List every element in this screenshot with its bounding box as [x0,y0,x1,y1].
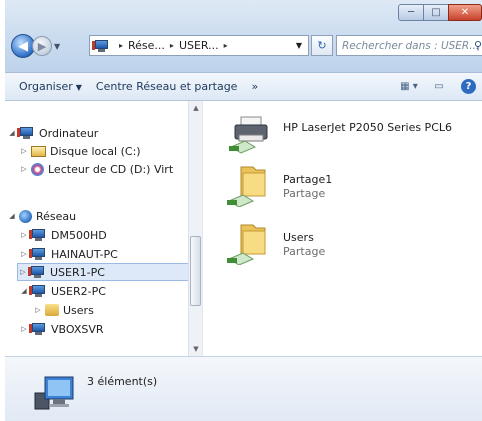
file-type: Partage [283,245,326,258]
computer-icon [17,126,35,140]
drive-icon [31,145,46,157]
tree-item-users[interactable]: ▷ Users [33,301,94,319]
tree-item-network[interactable]: ◢ Réseau [7,207,76,225]
explorer-window: ─ □ ✕ ◀ ▶ ▼ ▸ Rése... ▸ USER... ▸ ▼ ↻ Re… [5,0,482,421]
collapsed-twisty-icon[interactable]: ▷ [19,165,29,173]
maximize-button[interactable]: □ [423,4,449,21]
collapsed-twisty-icon[interactable]: ▷ [19,325,29,333]
breadcrumb-separator[interactable]: ▸ [119,41,123,50]
collapsed-twisty-icon[interactable]: ▷ [18,268,28,276]
tree-label: Disque local (C:) [50,144,141,158]
tree-item-computer[interactable]: ◢ Ordinateur [7,124,98,142]
scrollbar-thumb[interactable] [190,236,201,306]
breadcrumb-separator[interactable]: ▸ [170,41,174,50]
navigation-buttons: ◀ ▶ ▼ [11,33,60,59]
search-icon[interactable]: ⚲ [474,39,482,52]
expanded-twisty-icon[interactable]: ◢ [19,287,29,295]
organise-label: Organiser [19,80,73,93]
breadcrumb-separator[interactable]: ▸ [224,41,228,50]
network-icon [19,209,32,223]
printer-icon [225,111,277,155]
computer-icon [29,322,47,336]
tree-item-local-disk[interactable]: ▷ Disque local (C:) [19,142,141,160]
address-dropdown-icon[interactable]: ▼ [296,41,302,50]
shared-folder-icon [225,221,277,266]
collapsed-twisty-icon[interactable]: ▷ [19,231,29,239]
file-item-printer[interactable]: HP LaserJet P2050 Series PCL6 [225,111,452,161]
collapsed-twisty-icon[interactable]: ▷ [19,147,29,155]
window-controls: ─ □ ✕ [398,4,482,23]
nav-pane-scrollbar[interactable]: ▲ ▼ [188,101,203,356]
computer-icon [28,265,46,279]
computer-icon [29,228,47,242]
minimize-button[interactable]: ─ [398,4,424,21]
forward-arrow-icon: ▶ [37,39,47,53]
chevron-down-icon: ▼ [75,83,82,92]
search-placeholder: Rechercher dans : USER... [342,39,480,52]
refresh-icon: ↻ [317,39,327,52]
tree-item-hainaut-pc[interactable]: ▷ HAINAUT-PC [19,245,118,263]
shared-folder-icon [225,163,277,208]
tree-label: DM500HD [51,228,107,242]
tree-label: HAINAUT-PC [51,247,118,261]
file-item-partage1[interactable]: Partage1 Partage [225,163,332,213]
network-center-button[interactable]: Centre Réseau et partage [96,80,238,93]
navigation-pane: ◢ Ordinateur ▷ Disque local (C:) ▷ Lecte… [5,101,200,356]
collapsed-twisty-icon[interactable]: ▷ [19,250,29,258]
address-bar[interactable]: ▸ Rése... ▸ USER... ▸ ▼ [89,35,309,56]
user-folder-icon [45,304,59,316]
tree-item-dm500hd[interactable]: ▷ DM500HD [19,226,107,244]
view-options-icon[interactable]: ▦ ▾ [399,79,419,95]
tree-label: Ordinateur [39,126,99,140]
collapsed-twisty-icon[interactable]: ▷ [33,306,43,314]
close-button[interactable]: ✕ [448,4,482,21]
cd-drive-icon [31,162,44,176]
computer-icon [29,247,47,261]
expanded-twisty-icon[interactable]: ◢ [7,129,17,137]
search-input[interactable]: Rechercher dans : USER... ⚲ [336,35,482,56]
back-arrow-icon: ◀ [18,38,28,54]
organise-menu-button[interactable]: Organiser ▼ [19,80,82,93]
command-bar: Organiser ▼ Centre Réseau et partage » ▦ … [5,73,482,101]
preview-pane-icon[interactable]: ▭ [429,79,449,95]
file-item-users[interactable]: Users Partage [225,221,325,271]
tree-item-user1-pc[interactable]: ▷ USER1-PC [17,263,189,281]
file-name: Partage1 [283,173,333,186]
tree-item-user2-pc[interactable]: ◢ USER2-PC [19,282,106,300]
expanded-twisty-icon[interactable]: ◢ [7,212,17,220]
file-name: Users [283,231,314,244]
toolbar-right: ▦ ▾ ▭ ? [389,73,482,100]
refresh-button[interactable]: ↻ [311,35,333,56]
tree-item-cd-drive[interactable]: ▷ Lecteur de CD (D:) Virt [19,160,173,178]
tree-label: VBOXSVR [51,322,104,336]
breadcrumb-network[interactable]: Rése... [128,39,165,52]
tree-label: Lecteur de CD (D:) Virt [48,162,174,176]
details-pane: 3 élément(s) [5,356,482,421]
computer-icon [33,373,77,411]
breadcrumb-user[interactable]: USER... [179,39,219,52]
scroll-up-icon[interactable]: ▲ [189,101,203,115]
forward-button[interactable]: ▶ [32,36,52,56]
item-count: 3 élément(s) [87,375,158,388]
help-icon[interactable]: ? [461,79,476,94]
tree-label: Réseau [36,209,77,223]
tree-label: USER2-PC [51,284,106,298]
file-type: Partage [283,187,326,200]
computer-icon [29,284,47,298]
content-pane: HP LaserJet P2050 Series PCL6 Partage1 P… [207,101,482,356]
scroll-down-icon[interactable]: ▼ [189,342,203,356]
tree-label: USER1-PC [50,265,105,279]
recent-pages-dropdown[interactable]: ▼ [54,42,60,51]
tree-label: Users [63,303,94,317]
title-address-area: ─ □ ✕ ◀ ▶ ▼ ▸ Rése... ▸ USER... ▸ ▼ ↻ Re… [5,0,482,73]
computer-icon [92,39,110,53]
more-commands-button[interactable]: » [251,80,258,93]
tree-item-vboxsvr[interactable]: ▷ VBOXSVR [19,320,104,338]
file-name: HP LaserJet P2050 Series PCL6 [283,121,453,134]
